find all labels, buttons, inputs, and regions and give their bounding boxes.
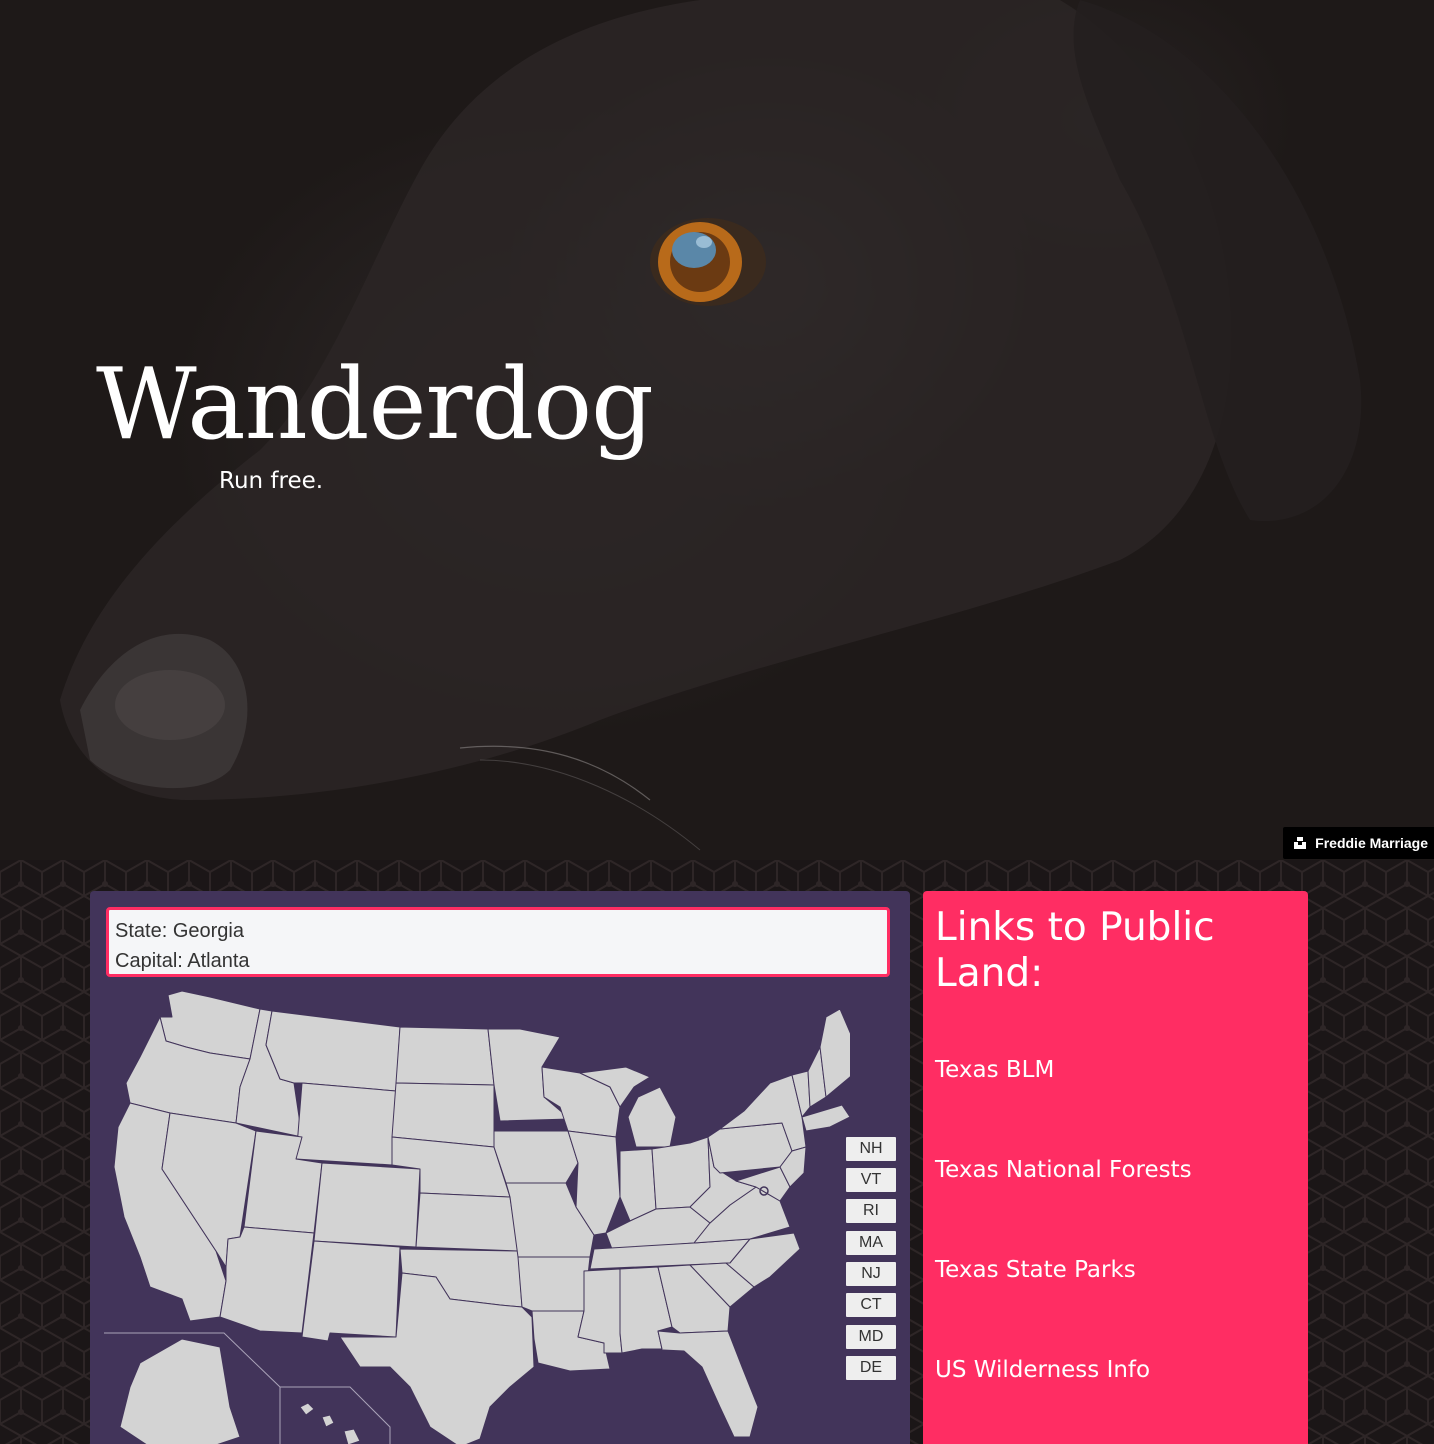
hawaii-inset-border (280, 1386, 391, 1444)
state-indiana[interactable] (619, 1148, 657, 1222)
small-state-button-ma[interactable]: MA (846, 1231, 896, 1255)
small-state-button-ri[interactable]: RI (846, 1199, 896, 1223)
links-panel-title: Links to Public Land: (935, 905, 1215, 996)
state-arkansas[interactable] (517, 1256, 591, 1312)
state-wyoming[interactable] (295, 1082, 397, 1166)
state-montana[interactable] (265, 1010, 401, 1092)
state-pennsylvania[interactable] (707, 1122, 793, 1174)
state-maine[interactable] (819, 1008, 850, 1098)
small-state-button-md[interactable]: MD (846, 1325, 896, 1349)
state-arizona[interactable] (219, 1226, 315, 1334)
state-alaska[interactable] (119, 1338, 241, 1444)
public-land-links-panel: Links to Public Land: Texas BLM Texas Na… (923, 891, 1308, 1444)
link-texas-blm[interactable]: Texas BLM (935, 1057, 1054, 1083)
us-states-map[interactable] (90, 987, 850, 1444)
state-north-dakota[interactable] (395, 1026, 495, 1086)
unsplash-icon (1294, 837, 1307, 849)
small-state-button-nj[interactable]: NJ (846, 1262, 896, 1286)
state-iowa[interactable] (493, 1130, 579, 1184)
small-state-button-de[interactable]: DE (846, 1356, 896, 1380)
photo-credit-badge[interactable]: Freddie Marriage (1283, 827, 1434, 859)
state-colorado[interactable] (313, 1162, 421, 1248)
us-map-panel: State: Georgia Capital: Atlanta NH VT RI… (90, 891, 910, 1444)
state-hawaii[interactable] (299, 1402, 361, 1444)
state-name-text: State: Georgia (115, 920, 244, 942)
link-texas-national-forests[interactable]: Texas National Forests (935, 1157, 1192, 1183)
small-state-button-nh[interactable]: NH (846, 1137, 896, 1161)
state-info-box: State: Georgia Capital: Atlanta (106, 907, 890, 977)
link-us-wilderness-info[interactable]: US Wilderness Info (935, 1357, 1150, 1383)
photo-credit-name: Freddie Marriage (1315, 835, 1428, 851)
state-massachusetts[interactable] (801, 1104, 850, 1132)
state-capital-text: Capital: Atlanta (115, 950, 250, 972)
small-state-button-vt[interactable]: VT (846, 1168, 896, 1192)
site-tagline: Run free. (219, 468, 324, 494)
site-title: Wanderdog (96, 348, 654, 462)
small-state-button-ct[interactable]: CT (846, 1293, 896, 1317)
hero-section: Wanderdog Run free. Freddie Marriage (0, 0, 1434, 860)
state-south-dakota[interactable] (391, 1082, 495, 1148)
state-kansas[interactable] (415, 1192, 519, 1252)
state-new-mexico[interactable] (301, 1240, 401, 1342)
link-texas-state-parks[interactable]: Texas State Parks (935, 1257, 1136, 1283)
